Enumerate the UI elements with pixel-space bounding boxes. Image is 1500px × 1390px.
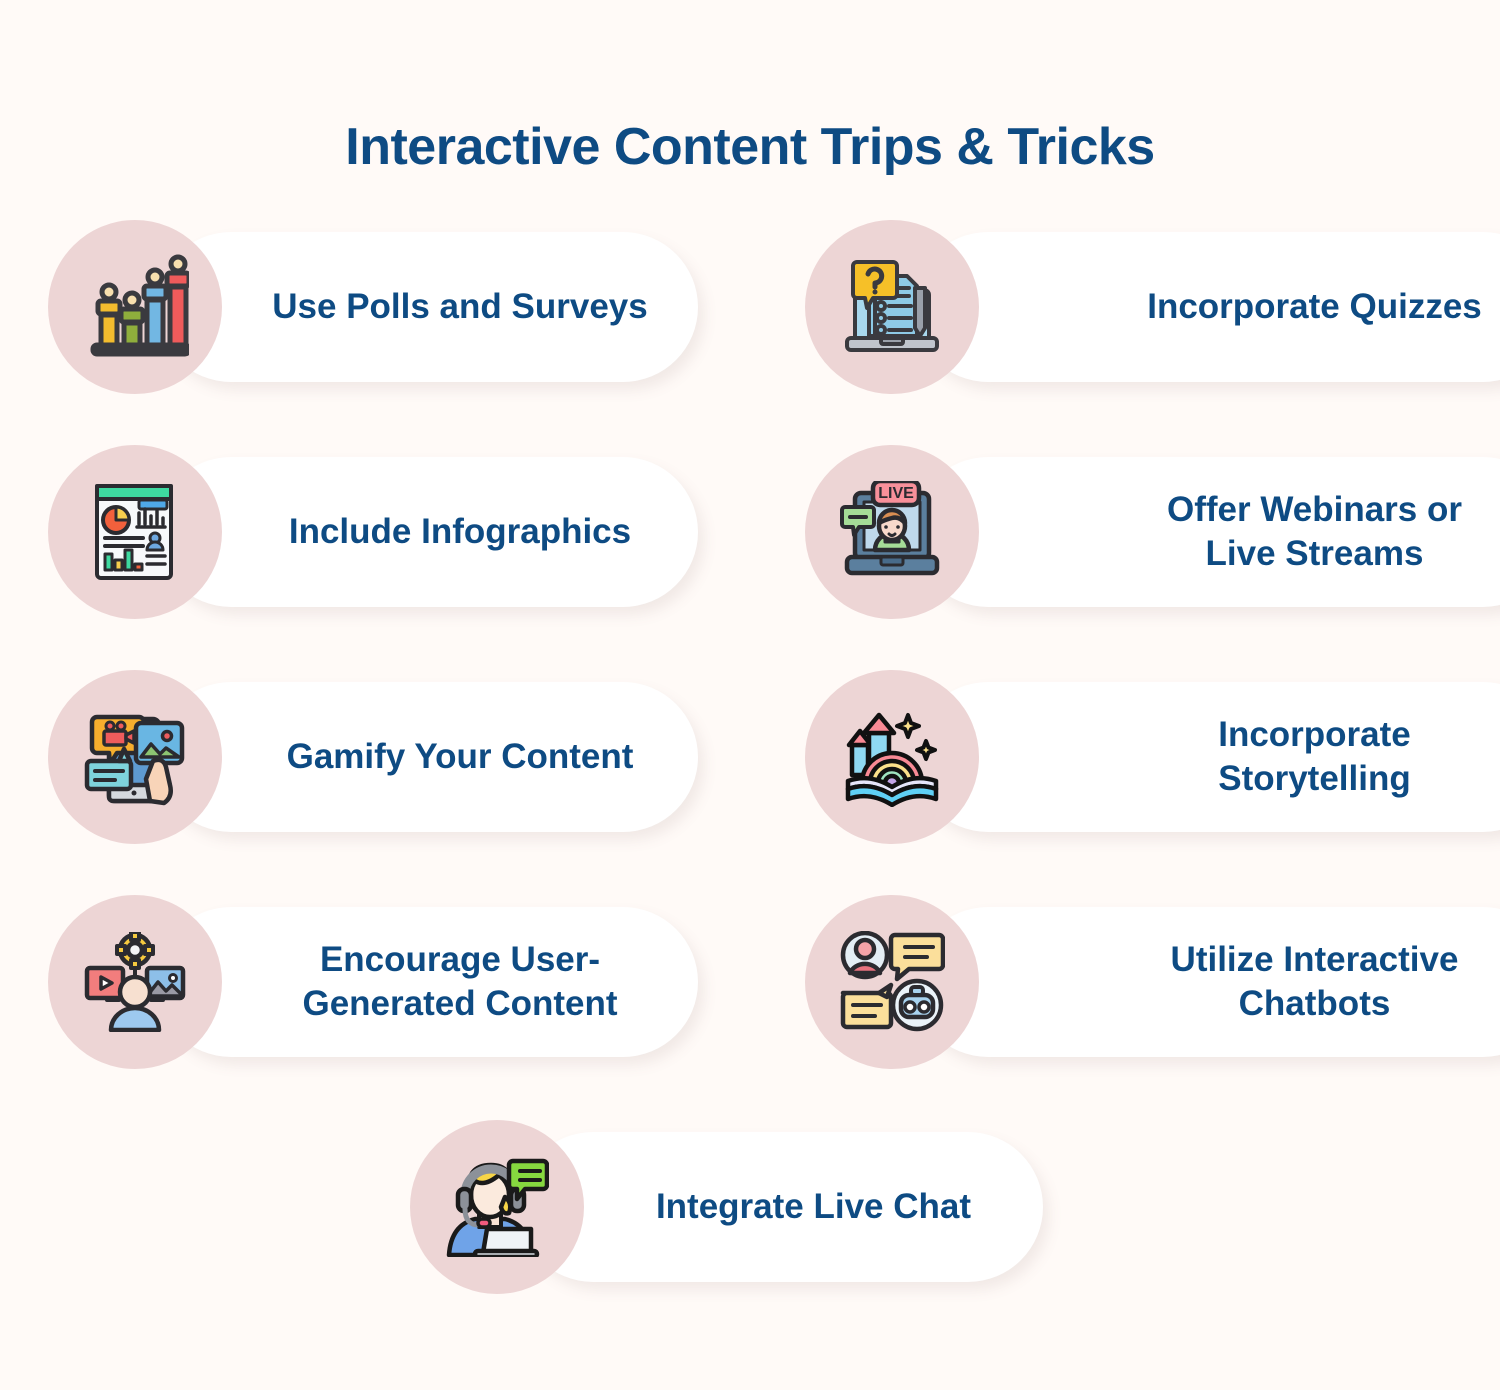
card-row: Integrate Live Chat (0, 1120, 1500, 1357)
tip-card-label: Use Polls and Surveys (272, 287, 648, 327)
tip-card-use-polls-and-surveys[interactable]: Use Polls and Surveys (48, 220, 698, 394)
tip-card-label: Include Infographics (288, 512, 632, 552)
tip-card-gamify-your-content[interactable]: Gamify Your Content (48, 670, 698, 844)
tip-card-incorporate-storytelling[interactable]: Incorporate Storytelling (805, 670, 1500, 844)
storybook-rainbow-castle-icon (805, 670, 979, 844)
tip-card-utilize-interactive-chatbots[interactable]: Utilize Interactive Chatbots (805, 895, 1500, 1069)
tip-card-include-infographics[interactable]: Include Infographics (48, 445, 698, 619)
user-generated-content-icon (48, 895, 222, 1069)
card-row: Use Polls and Surveys Incorporate Quizze… (0, 220, 1500, 457)
infographic-report-icon (48, 445, 222, 619)
tip-card-label: Encourage User- Generated Content (302, 940, 618, 1023)
card-row: Encourage User- Generated Content Utiliz… (0, 895, 1500, 1132)
card-row: Include Infographics LIVE Offer Webinars… (0, 445, 1500, 682)
tip-card-incorporate-quizzes[interactable]: Incorporate Quizzes (805, 220, 1500, 394)
tip-card-integrate-live-chat[interactable]: Integrate Live Chat (410, 1120, 1043, 1294)
tip-card-label: Offer Webinars or Live Streams (1167, 490, 1462, 573)
support-agent-headset-icon (410, 1120, 584, 1294)
tip-card-label: Utilize Interactive Chatbots (1170, 940, 1459, 1023)
laptop-quiz-question-icon (805, 220, 979, 394)
card-row: Gamify Your Content Incorporate Storytel… (0, 670, 1500, 907)
chatbot-conversation-icon (805, 895, 979, 1069)
tip-card-label: Incorporate Quizzes (1147, 287, 1482, 327)
bar-chart-people-icon (48, 220, 222, 394)
tips-card-grid: Use Polls and Surveys Incorporate Quizze… (0, 220, 1500, 1357)
tip-card-offer-webinars-or-live-streams[interactable]: LIVE Offer Webinars or Live Streams (805, 445, 1500, 619)
svg-text:LIVE: LIVE (878, 485, 914, 502)
tip-card-label: Integrate Live Chat (655, 1187, 972, 1227)
page-title: Interactive Content Trips & Tricks (345, 117, 1155, 176)
tip-card-label: Gamify Your Content (286, 737, 634, 777)
live-stream-laptop-icon: LIVE (805, 445, 979, 619)
smartphone-media-hand-icon (48, 670, 222, 844)
tip-card-label: Incorporate Storytelling (1218, 715, 1411, 798)
tip-card-encourage-user-generated-content[interactable]: Encourage User- Generated Content (48, 895, 698, 1069)
